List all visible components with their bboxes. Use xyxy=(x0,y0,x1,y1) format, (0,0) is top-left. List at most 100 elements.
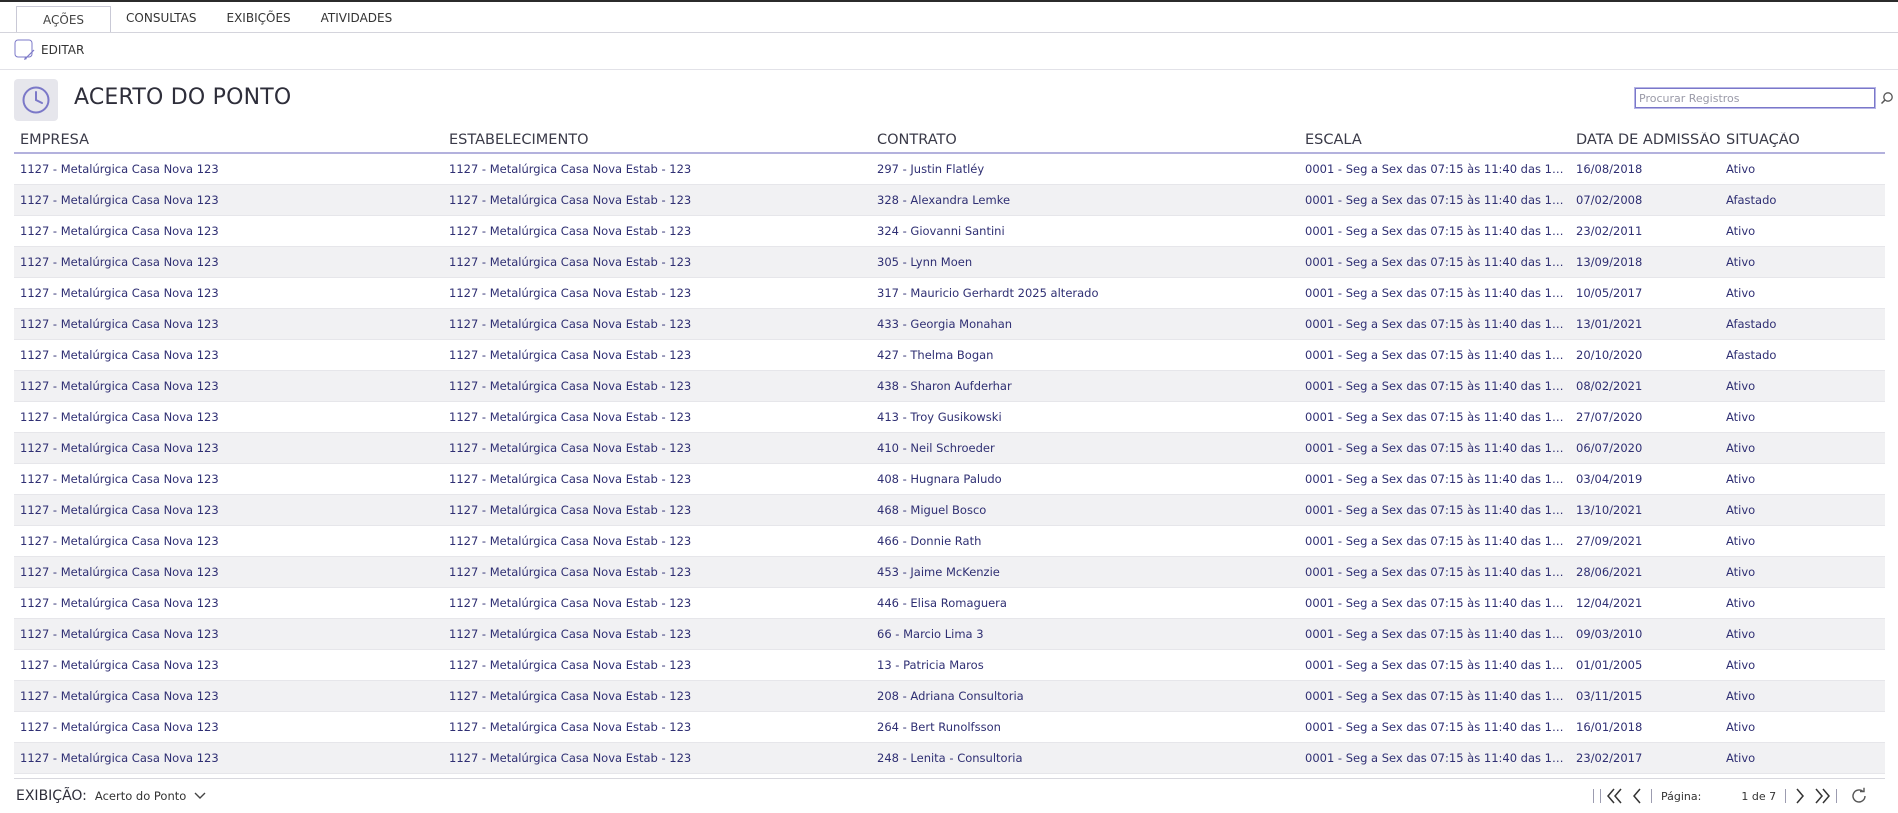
cell-contrato: 427 - Thelma Bogan xyxy=(877,348,994,362)
cell-situacao: Ativo xyxy=(1726,689,1756,703)
table-row[interactable]: 1127 - Metalúrgica Casa Nova 123 1127 - M… xyxy=(14,619,1885,650)
search-icon[interactable] xyxy=(1877,88,1897,108)
cell-contrato: 324 - Giovanni Santini xyxy=(877,224,1005,238)
cell-escala-text: 0001 - Seg a Sex das 07:15 às 11:40 das … xyxy=(1305,193,1570,207)
page-label: Página: xyxy=(1661,789,1702,803)
edit-button[interactable]: EDITAR xyxy=(14,39,84,61)
tab-consultas[interactable]: CONSULTAS xyxy=(111,5,211,32)
cell-contrato: 466 - Donnie Rath xyxy=(877,534,982,548)
cell-escala-text: 0001 - Seg a Sex das 07:15 às 11:40 das … xyxy=(1305,751,1570,765)
cell-situacao: Ativo xyxy=(1726,441,1756,455)
tab-exibicoes[interactable]: EXIBIÇÕES xyxy=(212,5,306,32)
last-page-icon[interactable] xyxy=(1811,785,1833,807)
cell-estabelecimento: 1127 - Metalúrgica Casa Nova Estab - 123 xyxy=(449,472,692,486)
tab-atividades[interactable]: ATIVIDADES xyxy=(306,5,408,32)
cell-empresa: 1127 - Metalúrgica Casa Nova 123 xyxy=(20,658,219,672)
cell-escala: 0001 - Seg a Sex das 07:15 às 11:40 das … xyxy=(1299,224,1570,238)
table-row[interactable]: 1127 - Metalúrgica Casa Nova 123 1127 - M… xyxy=(14,402,1885,433)
column-header-situacao[interactable]: SITUAÇÃO xyxy=(1720,132,1885,148)
cell-estabelecimento: 1127 - Metalúrgica Casa Nova Estab - 123 xyxy=(449,317,692,331)
cell-data-admissao: 23/02/2011 xyxy=(1576,224,1643,238)
cell-data-admissao: 13/09/2018 xyxy=(1576,255,1643,269)
cell-data-admissao: 03/04/2019 xyxy=(1576,472,1643,486)
cell-estabelecimento: 1127 - Metalúrgica Casa Nova Estab - 123 xyxy=(449,193,692,207)
cell-situacao: Ativo xyxy=(1726,410,1756,424)
cell-escala-text: 0001 - Seg a Sex das 07:15 às 11:40 das … xyxy=(1305,658,1570,672)
column-header-estabelecimento[interactable]: ESTABELECIMENTO xyxy=(443,132,871,148)
column-header-contrato[interactable]: CONTRATO xyxy=(871,132,1299,148)
table-row[interactable]: 1127 - Metalúrgica Casa Nova 123 1127 - M… xyxy=(14,743,1885,774)
exibicao-dropdown[interactable]: Acerto do Ponto xyxy=(95,789,206,803)
cell-contrato: 413 - Troy Gusikowski xyxy=(877,410,1002,424)
cell-estabelecimento: 1127 - Metalúrgica Casa Nova Estab - 123 xyxy=(449,720,692,734)
cell-contrato: 317 - Mauricio Gerhardt 2025 alterado xyxy=(877,286,1099,300)
cell-escala: 0001 - Seg a Sex das 07:15 às 11:40 das … xyxy=(1299,658,1570,672)
cell-estabelecimento: 1127 - Metalúrgica Casa Nova Estab - 123 xyxy=(449,689,692,703)
table-row[interactable]: 1127 - Metalúrgica Casa Nova 123 1127 - M… xyxy=(14,371,1885,402)
cell-empresa: 1127 - Metalúrgica Casa Nova 123 xyxy=(20,503,219,517)
cell-empresa: 1127 - Metalúrgica Casa Nova 123 xyxy=(20,224,219,238)
cell-estabelecimento: 1127 - Metalúrgica Casa Nova Estab - 123 xyxy=(449,534,692,548)
footer-divider xyxy=(14,778,1885,779)
cell-situacao: Ativo xyxy=(1726,255,1756,269)
table-row[interactable]: 1127 - Metalúrgica Casa Nova 123 1127 - M… xyxy=(14,495,1885,526)
pager-separator xyxy=(1785,789,1787,803)
column-header-escala[interactable]: ESCALA xyxy=(1299,132,1570,148)
cell-empresa: 1127 - Metalúrgica Casa Nova 123 xyxy=(20,410,219,424)
cell-situacao: Ativo xyxy=(1726,503,1756,517)
table-row[interactable]: 1127 - Metalúrgica Casa Nova 123 1127 - M… xyxy=(14,433,1885,464)
cell-escala: 0001 - Seg a Sex das 07:15 às 11:40 das … xyxy=(1299,193,1570,207)
table-row[interactable]: 1127 - Metalúrgica Casa Nova 123 1127 - M… xyxy=(14,526,1885,557)
column-header-empresa[interactable]: EMPRESA xyxy=(14,132,443,148)
cell-estabelecimento: 1127 - Metalúrgica Casa Nova Estab - 123 xyxy=(449,255,692,269)
previous-page-icon[interactable] xyxy=(1626,785,1648,807)
cell-empresa: 1127 - Metalúrgica Casa Nova 123 xyxy=(20,255,219,269)
toolbar-divider xyxy=(0,69,1898,70)
cell-estabelecimento: 1127 - Metalúrgica Casa Nova Estab - 123 xyxy=(449,565,692,579)
cell-data-admissao: 09/03/2010 xyxy=(1576,627,1643,641)
pager-separator xyxy=(1651,789,1652,803)
table-row[interactable]: 1127 - Metalúrgica Casa Nova 123 1127 - M… xyxy=(14,557,1885,588)
cell-situacao: Afastado xyxy=(1726,193,1777,207)
tab-acoes[interactable]: AÇÕES xyxy=(16,6,112,33)
cell-escala: 0001 - Seg a Sex das 07:15 às 11:40 das … xyxy=(1299,286,1570,300)
table-row[interactable]: 1127 - Metalúrgica Casa Nova 123 1127 - M… xyxy=(14,278,1885,309)
table-row[interactable]: 1127 - Metalúrgica Casa Nova 123 1127 - M… xyxy=(14,309,1885,340)
pager-separator xyxy=(1836,789,1838,803)
table-row[interactable]: 1127 - Metalúrgica Casa Nova 123 1127 - M… xyxy=(14,650,1885,681)
cell-contrato: 264 - Bert Runolfsson xyxy=(877,720,1001,734)
cell-situacao: Afastado xyxy=(1726,317,1777,331)
search-input[interactable] xyxy=(1634,87,1876,109)
cell-situacao: Ativo xyxy=(1726,720,1756,734)
cell-escala-text: 0001 - Seg a Sex das 07:15 às 11:40 das … xyxy=(1305,379,1570,393)
cell-escala-text: 0001 - Seg a Sex das 07:15 às 11:40 das … xyxy=(1305,689,1570,703)
next-page-icon[interactable] xyxy=(1789,785,1811,807)
cell-escala: 0001 - Seg a Sex das 07:15 às 11:40 das … xyxy=(1299,379,1570,393)
cell-escala: 0001 - Seg a Sex das 07:15 às 11:40 das … xyxy=(1299,255,1570,269)
table-row[interactable]: 1127 - Metalúrgica Casa Nova 123 1127 - M… xyxy=(14,154,1885,185)
cell-data-admissao: 01/01/2005 xyxy=(1576,658,1643,672)
table-row[interactable]: 1127 - Metalúrgica Casa Nova 123 1127 - M… xyxy=(14,464,1885,495)
table-row[interactable]: 1127 - Metalúrgica Casa Nova 123 1127 - M… xyxy=(14,588,1885,619)
cell-data-admissao: 08/02/2021 xyxy=(1576,379,1643,393)
refresh-icon[interactable] xyxy=(1848,785,1870,807)
table-row[interactable]: 1127 - Metalúrgica Casa Nova 123 1127 - M… xyxy=(14,216,1885,247)
table-row[interactable]: 1127 - Metalúrgica Casa Nova 123 1127 - M… xyxy=(14,681,1885,712)
cell-situacao: Ativo xyxy=(1726,534,1756,548)
cell-data-admissao: 16/01/2018 xyxy=(1576,720,1643,734)
exibicao-value: Acerto do Ponto xyxy=(94,789,187,803)
pager-separator xyxy=(1593,789,1594,803)
table-row[interactable]: 1127 - Metalúrgica Casa Nova 123 1127 - M… xyxy=(14,712,1885,743)
first-page-icon[interactable] xyxy=(1604,785,1626,807)
cell-empresa: 1127 - Metalúrgica Casa Nova 123 xyxy=(20,348,219,362)
column-header-data-admissao[interactable]: DATA DE ADMISSÃO xyxy=(1570,132,1720,148)
cell-situacao: Ativo xyxy=(1726,286,1756,300)
cell-escala-text: 0001 - Seg a Sex das 07:15 às 11:40 das … xyxy=(1305,286,1570,300)
cell-contrato: 305 - Lynn Moen xyxy=(877,255,973,269)
cell-estabelecimento: 1127 - Metalúrgica Casa Nova Estab - 123 xyxy=(449,286,692,300)
table-row[interactable]: 1127 - Metalúrgica Casa Nova 123 1127 - M… xyxy=(14,340,1885,371)
table-row[interactable]: 1127 - Metalúrgica Casa Nova 123 1127 - M… xyxy=(14,247,1885,278)
table-row[interactable]: 1127 - Metalúrgica Casa Nova 123 1127 - M… xyxy=(14,185,1885,216)
cell-escala: 0001 - Seg a Sex das 07:15 às 11:40 das … xyxy=(1299,596,1570,610)
cell-empresa: 1127 - Metalúrgica Casa Nova 123 xyxy=(20,286,219,300)
